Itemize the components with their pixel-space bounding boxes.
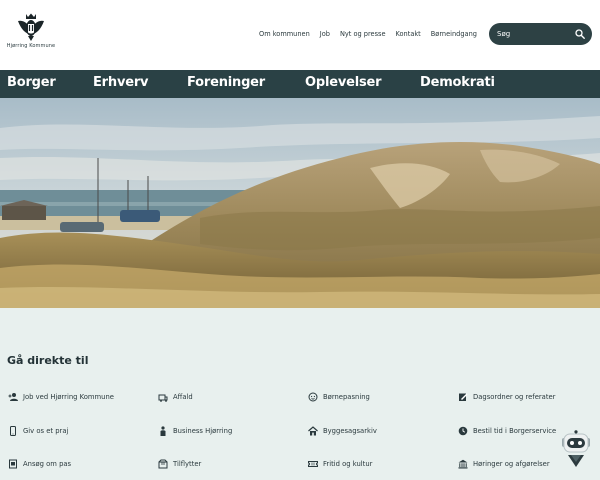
utility-link-om-kommunen[interactable]: Om kommunen — [259, 30, 310, 38]
quick-link-label: Børnepasning — [323, 393, 370, 401]
nav-item-borger[interactable]: Borger — [7, 75, 56, 90]
quick-link-label: Bestil tid i Borgerservice — [473, 427, 557, 435]
moving-box-icon — [158, 459, 168, 469]
trash-truck-icon — [158, 394, 168, 402]
quick-link-byggesagsarkiv[interactable]: Byggesagsarkiv — [308, 424, 377, 438]
quick-link-label: Byggesagsarkiv — [323, 427, 377, 435]
utility-link-borneindgang[interactable]: Børneindgang — [431, 30, 477, 38]
utility-nav: Om kommunen Job Nyt og presse Kontakt Bø… — [259, 30, 477, 38]
quick-link-fritid-og-kultur[interactable]: Fritid og kultur — [308, 457, 372, 471]
nav-item-demokrati[interactable]: Demokrati — [420, 75, 495, 90]
logo-link[interactable]: Hjørring Kommune — [4, 12, 58, 56]
quick-link-label: Tilflytter — [173, 460, 202, 468]
dunes-landscape-image — [0, 98, 600, 308]
hero-image — [0, 98, 600, 308]
quick-link-label: Giv os et praj — [23, 427, 69, 435]
quick-link-label: Business Hjørring — [173, 427, 233, 435]
quick-link-label: Høringer og afgørelser — [473, 460, 550, 468]
nav-item-foreninger[interactable]: Foreninger — [187, 75, 265, 90]
edit-document-icon — [459, 393, 468, 401]
logo-text: Hjørring Kommune — [6, 43, 56, 49]
quick-links-title: Gå direkte til — [7, 354, 89, 367]
main-nav: Borger Erhverv Foreninger Oplevelser Dem… — [0, 70, 600, 98]
quick-links-section: Gå direkte til Job ved Hjørring Kommune … — [0, 308, 600, 480]
passport-icon — [9, 459, 17, 469]
quick-link-label: Ansøg om pas — [23, 460, 72, 468]
quick-link-tilflytter[interactable]: Tilflytter — [158, 457, 201, 471]
town-hall-icon — [458, 459, 468, 469]
quick-link-label: Affald — [173, 393, 193, 401]
business-person-icon — [160, 426, 166, 436]
nav-item-oplevelser[interactable]: Oplevelser — [305, 75, 382, 90]
quick-link-label: Dagsordner og referater — [473, 393, 556, 401]
house-icon — [308, 426, 318, 436]
quick-link-bestil-tid[interactable]: Bestil tid i Borgerservice — [458, 424, 556, 438]
clock-icon — [458, 426, 468, 436]
quick-link-affald[interactable]: Affald — [158, 390, 193, 404]
quick-link-ansog-om-pas[interactable]: Ansøg om pas — [8, 457, 71, 471]
quick-link-dagsordner[interactable]: Dagsordner og referater — [458, 390, 555, 404]
quick-link-horinger[interactable]: Høringer og afgørelser — [458, 457, 550, 471]
ticket-icon — [308, 461, 318, 467]
chatbot-button[interactable] — [560, 430, 592, 470]
nav-item-erhverv[interactable]: Erhverv — [93, 75, 149, 90]
quick-link-bornepasning[interactable]: Børnepasning — [308, 390, 370, 404]
quick-link-label: Job ved Hjørring Kommune — [23, 393, 114, 401]
phone-icon — [10, 426, 16, 436]
baby-face-icon — [308, 392, 318, 402]
coat-of-arms-icon — [18, 13, 44, 41]
utility-link-job[interactable]: Job — [320, 30, 330, 38]
search-icon[interactable] — [575, 29, 585, 39]
person-add-icon — [8, 393, 18, 401]
robot-icon — [562, 430, 590, 467]
utility-link-nyt-og-presse[interactable]: Nyt og presse — [340, 30, 386, 38]
quick-link-label: Fritid og kultur — [323, 460, 373, 468]
site-header: Hjørring Kommune Om kommunen Job Nyt og … — [0, 0, 600, 70]
search-box — [489, 23, 592, 45]
quick-link-job[interactable]: Job ved Hjørring Kommune — [8, 390, 114, 404]
quick-link-giv-os-et-praj[interactable]: Giv os et praj — [8, 424, 68, 438]
search-input[interactable] — [497, 27, 567, 41]
utility-link-kontakt[interactable]: Kontakt — [396, 30, 421, 38]
quick-link-business[interactable]: Business Hjørring — [158, 424, 232, 438]
